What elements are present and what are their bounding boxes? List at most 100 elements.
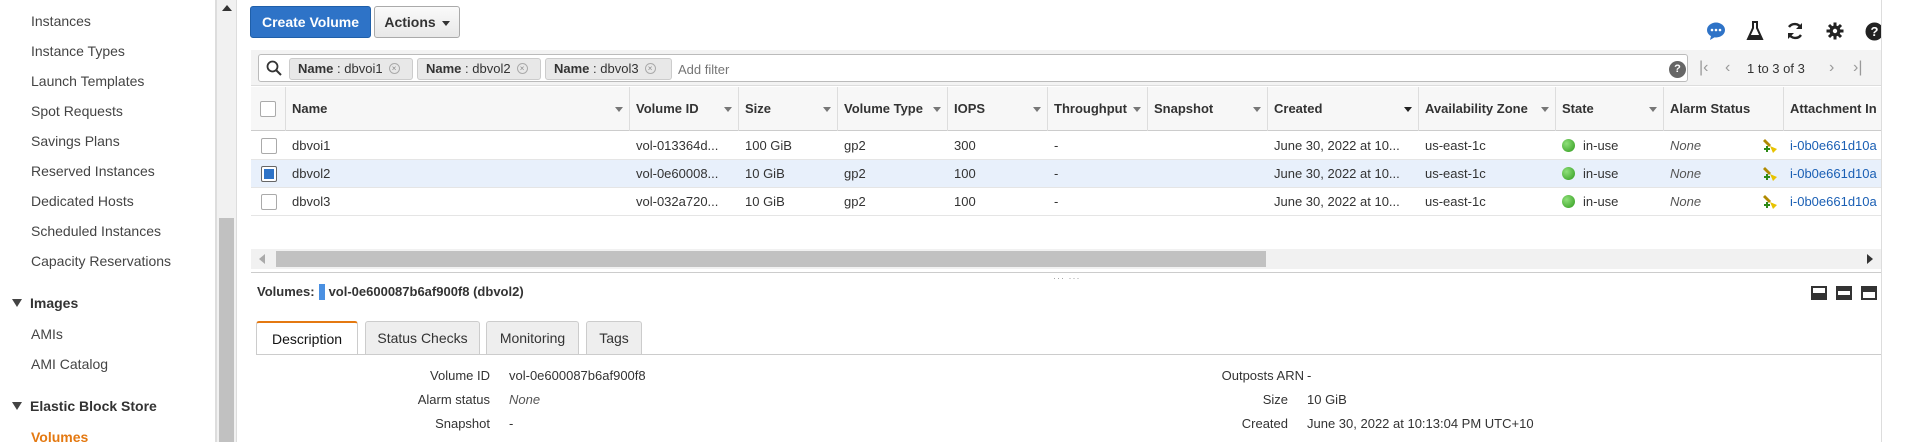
sidebar-item-savings-plans[interactable]: Savings Plans (31, 133, 120, 149)
filter-chip[interactable]: Name : dbvol3 × (545, 58, 672, 80)
tab-tags[interactable]: Tags (586, 321, 642, 354)
last-page-icon[interactable]: ›| (1853, 59, 1862, 76)
scrollbar-thumb[interactable] (219, 218, 234, 442)
column-header-label: Created (1274, 101, 1323, 116)
column-header-label: State (1562, 101, 1594, 116)
sidebar-item-ami-catalog[interactable]: AMI Catalog (31, 356, 108, 372)
filter-chip[interactable]: Name : dbvoi1 × (289, 58, 413, 80)
column-header-size[interactable]: Size (739, 87, 838, 131)
chip-key: Name (298, 61, 334, 76)
tab-monitoring[interactable]: Monitoring (486, 321, 579, 354)
sidebar-item-launch-templates[interactable]: Launch Templates (31, 73, 144, 89)
refresh-icon[interactable] (1785, 21, 1805, 41)
scroll-right-arrow-icon[interactable] (1867, 254, 1873, 264)
table-horizontal-scrollbar[interactable] (251, 249, 1881, 269)
sidebar-item-amis[interactable]: AMIs (31, 326, 63, 342)
detail-title: Volumes: vol-0e600087b6af900f8 (dbvol2) (257, 283, 524, 301)
cell-name: dbvol2 (292, 166, 331, 181)
detail-value-size: 10 GiB (1307, 392, 1347, 407)
status-ok-icon (1562, 167, 1575, 181)
column-header-alarm-status[interactable]: Alarm Status (1664, 87, 1784, 131)
filter-chip[interactable]: Name : dbvol2 × (417, 58, 541, 80)
add-alarm-icon[interactable] (1761, 193, 1779, 214)
sidebar-section-ebs[interactable]: Elastic Block Store (12, 398, 157, 414)
tab-status-checks[interactable]: Status Checks (365, 321, 480, 354)
scrollbar-thumb[interactable] (276, 251, 1266, 267)
collapse-triangle-icon (12, 299, 22, 308)
cell-attachment-link[interactable]: i-0b0e661d10a (1784, 160, 1881, 188)
column-header-snapshot[interactable]: Snapshot (1148, 87, 1268, 131)
volume-color-marker (318, 283, 325, 300)
detail-label-volume-id: Volume ID (430, 368, 490, 383)
prev-page-icon[interactable]: ‹ (1725, 59, 1730, 76)
filter-help-icon[interactable]: ? (1669, 61, 1686, 78)
first-page-icon[interactable]: |‹ (1699, 59, 1708, 76)
layout-top-icon[interactable] (1861, 286, 1877, 300)
scroll-left-arrow-icon[interactable] (259, 254, 265, 264)
column-header-throughput[interactable]: Throughput (1048, 87, 1148, 131)
select-all-checkbox[interactable] (260, 101, 276, 117)
add-filter-input[interactable] (678, 59, 1478, 79)
row-checkbox[interactable] (261, 138, 277, 154)
sidebar-item-instances[interactable]: Instances (31, 13, 91, 29)
sidebar-section-images[interactable]: Images (12, 295, 78, 311)
sort-icon (1404, 107, 1412, 112)
column-header-iops[interactable]: IOPS (948, 87, 1048, 131)
chat-bubble-icon[interactable] (1706, 21, 1726, 41)
layout-middle-icon[interactable] (1836, 286, 1852, 300)
column-header-availability-zone[interactable]: Availability Zone (1419, 87, 1556, 131)
actions-dropdown-button[interactable]: Actions (374, 6, 460, 38)
remove-chip-icon[interactable]: × (644, 63, 656, 75)
table-row[interactable]: dbvol3 vol-032a720... 10 GiB gp2 100 - J… (251, 188, 1881, 216)
pager-text: 1 to 3 of 3 (1747, 61, 1805, 76)
cell-volume-type: gp2 (844, 166, 866, 181)
cell-state: in-use (1556, 160, 1664, 188)
column-header-created[interactable]: Created (1268, 87, 1419, 131)
cell-volume-id: vol-013364d... (636, 138, 719, 153)
sidebar-scrollbar[interactable] (216, 0, 237, 442)
detail-value-outposts-arn: - (1307, 368, 1312, 383)
next-page-icon[interactable]: › (1829, 59, 1834, 76)
add-alarm-icon[interactable] (1761, 165, 1779, 186)
cell-volume-type: gp2 (844, 138, 866, 153)
column-header-state[interactable]: State (1556, 87, 1664, 131)
sidebar-item-spot-requests[interactable]: Spot Requests (31, 103, 123, 119)
column-header-volume-type[interactable]: Volume Type (838, 87, 948, 131)
table-row-selected[interactable]: dbvol2 vol-0e60008... 10 GiB gp2 100 - J… (251, 160, 1881, 188)
status-ok-icon (1562, 139, 1575, 153)
filter-input-box[interactable]: Name : dbvoi1 × Name : dbvol2 × Name : dbv… (258, 54, 1688, 82)
tab-description[interactable]: Description (256, 321, 358, 355)
layout-bottom-icon[interactable] (1811, 286, 1827, 300)
sidebar-item-volumes[interactable]: Volumes (31, 429, 88, 442)
column-header-label: Size (745, 101, 772, 116)
splitter-grip-icon[interactable]: ··· ··· (1053, 273, 1080, 283)
chip-value: : dbvol2 (465, 61, 511, 76)
cell-state: in-use (1556, 188, 1664, 216)
column-header-name[interactable]: Name (286, 87, 630, 131)
cell-az: us-east-1c (1425, 194, 1486, 209)
sidebar-item-instance-types[interactable]: Instance Types (31, 43, 125, 59)
cell-iops: 100 (954, 166, 976, 181)
gear-icon[interactable] (1825, 21, 1845, 41)
sidebar-item-scheduled-instances[interactable]: Scheduled Instances (31, 223, 161, 239)
add-alarm-icon[interactable] (1761, 137, 1779, 158)
chip-key: Name (426, 61, 462, 76)
create-volume-button[interactable]: Create Volume (250, 6, 371, 38)
column-header-volume-id[interactable]: Volume ID (630, 87, 739, 131)
sidebar-item-reserved-instances[interactable]: Reserved Instances (31, 163, 155, 179)
cell-attachment-link[interactable]: i-0b0e661d10a (1784, 188, 1881, 216)
column-header-attachment[interactable]: Attachment In (1784, 87, 1881, 131)
row-checkbox[interactable] (261, 166, 277, 182)
cell-az: us-east-1c (1425, 138, 1486, 153)
remove-chip-icon[interactable]: × (516, 63, 528, 75)
remove-chip-icon[interactable]: × (388, 63, 400, 75)
row-checkbox[interactable] (261, 194, 277, 210)
detail-value-created: June 30, 2022 at 10:13:04 PM UTC+10 (1307, 416, 1534, 431)
flask-icon[interactable] (1745, 21, 1765, 41)
cell-attachment-link[interactable]: i-0b0e661d10a (1784, 132, 1881, 160)
scroll-up-arrow-icon[interactable] (222, 5, 232, 11)
sidebar-item-dedicated-hosts[interactable]: Dedicated Hosts (31, 193, 134, 209)
sidebar-item-capacity-reservations[interactable]: Capacity Reservations (31, 253, 171, 269)
cell-created: June 30, 2022 at 10... (1274, 138, 1400, 153)
table-row[interactable]: dbvoi1 vol-013364d... 100 GiB gp2 300 - … (251, 132, 1881, 160)
